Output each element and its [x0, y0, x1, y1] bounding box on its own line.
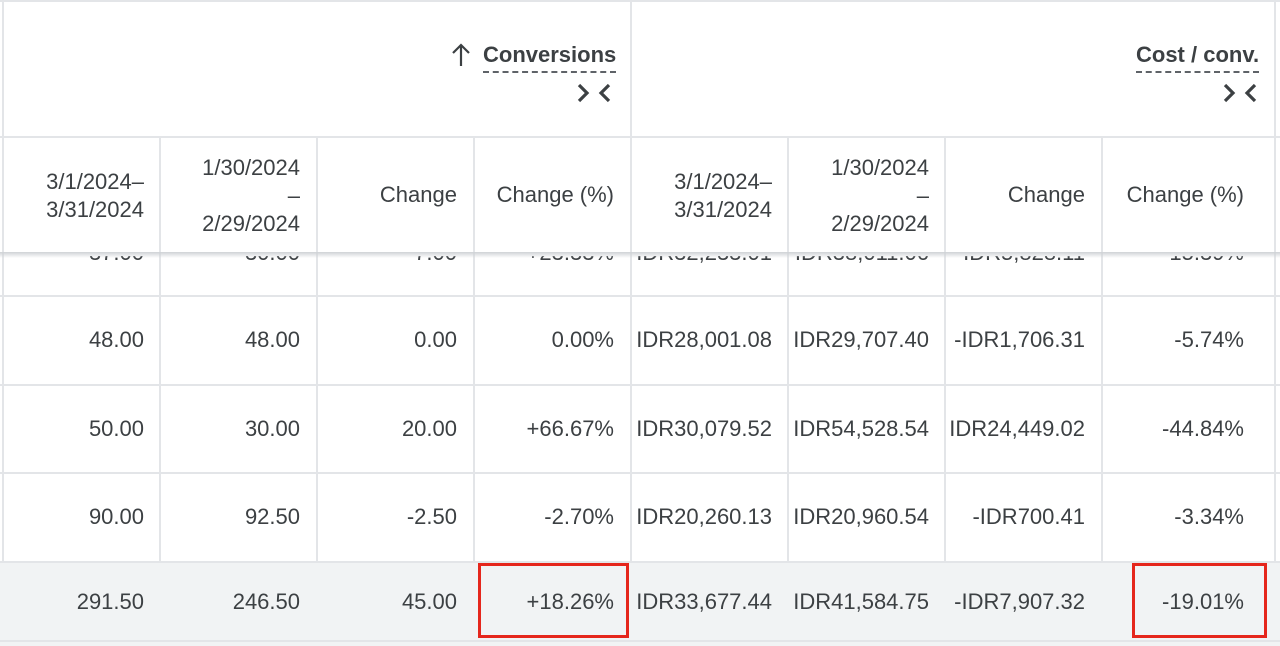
column-header-change[interactable]: Change [1008, 181, 1085, 209]
collapse-columns-icon[interactable] [574, 80, 614, 106]
cell-cost-change: IDR24,449.02 [949, 416, 1085, 441]
cell-conversions-change: -2.50 [406, 504, 457, 529]
header-line: 3/31/2024 [674, 197, 772, 222]
cell-conversions-previous: 30.00 [244, 416, 300, 441]
row-divider [0, 384, 1280, 386]
header-line: 2/29/2024 [831, 211, 929, 236]
column-header-current-period[interactable]: 3/1/2024– 3/31/2024 [674, 168, 772, 224]
cell-cost-current: IDR20,260.13 [636, 504, 772, 529]
header-line: 1/30/2024 [831, 155, 929, 180]
column-header-current-period[interactable]: 3/1/2024– 3/31/2024 [46, 168, 144, 224]
cell-conversions-change: 0.00 [414, 327, 457, 352]
row-divider [0, 0, 1280, 2]
cell-conversions-current: 291.50 [76, 589, 144, 614]
cell-conversions-change: 20.00 [401, 416, 457, 441]
cell-conversions-change-pct: 0.00% [551, 327, 614, 352]
row-divider [0, 136, 1280, 138]
cell-conversions-change-pct: -2.70% [544, 504, 614, 529]
highlight-box [478, 563, 629, 638]
cell-cost-change: -IDR7,907.32 [954, 589, 1085, 614]
cell-cost-change-pct: -5.74% [1174, 327, 1244, 352]
column-header-change-pct[interactable]: Change (%) [1127, 181, 1244, 209]
column-header-change[interactable]: Change [380, 181, 457, 209]
cell-conversions-current: 90.00 [88, 504, 144, 529]
cell-cost-current: IDR28,001.08 [636, 327, 772, 352]
cell-conversions-current: 48.00 [88, 327, 144, 352]
cell-conversions-change-pct: +66.67% [526, 416, 614, 441]
cell-conversions-current: 50.00 [88, 416, 144, 441]
header-line: – [287, 183, 300, 208]
group-divider [630, 0, 632, 646]
table-row-partial: 37.00 30.00 7.00 +23.33% IDR32,233.01 ID… [0, 256, 1280, 296]
header-line: 3/1/2024– [46, 169, 144, 194]
header-line: 1/30/2024 [202, 155, 300, 180]
cell-cost-change-pct: -3.34% [1174, 504, 1244, 529]
arrow-up-icon[interactable] [448, 42, 474, 72]
cell-cost-change-pct: -44.84% [1162, 416, 1244, 441]
column-divider [1274, 0, 1276, 646]
cell-cost-previous: IDR54,528.54 [793, 416, 929, 441]
column-header-previous-period[interactable]: 1/30/2024 – 2/29/2024 [202, 154, 300, 238]
row-divider [0, 472, 1280, 474]
row-divider [0, 561, 1280, 563]
group-title-cost-per-conv[interactable]: Cost / conv. [1136, 42, 1260, 73]
cell-cost-previous: IDR20,960.54 [793, 504, 929, 529]
group-title-conversions[interactable]: Conversions [483, 42, 617, 73]
highlight-box [1132, 563, 1267, 638]
cell-conversions-change: 45.00 [401, 589, 457, 614]
column-header-previous-period[interactable]: 1/30/2024 – 2/29/2024 [831, 154, 929, 238]
cell-cost-previous: IDR29,707.40 [793, 327, 929, 352]
column-header-change-pct[interactable]: Change (%) [497, 181, 614, 209]
header-shadow [0, 252, 1280, 258]
cell-conversions-previous: 92.50 [244, 504, 300, 529]
header-line: 2/29/2024 [202, 211, 300, 236]
header-line: – [916, 183, 929, 208]
header-line: 3/31/2024 [46, 197, 144, 222]
cell-cost-change: -IDR700.41 [972, 504, 1085, 529]
cell-cost-current: IDR30,079.52 [636, 416, 772, 441]
row-divider [0, 640, 1280, 642]
cell-cost-previous: IDR41,584.75 [793, 589, 929, 614]
cell-conversions-previous: 48.00 [244, 327, 300, 352]
header-line: 3/1/2024– [674, 169, 772, 194]
collapse-columns-icon[interactable] [1220, 80, 1260, 106]
cell-conversions-previous: 246.50 [232, 589, 300, 614]
column-divider [2, 0, 4, 646]
cell-cost-current: IDR33,677.44 [636, 589, 772, 614]
cell-cost-change: -IDR1,706.31 [954, 327, 1085, 352]
